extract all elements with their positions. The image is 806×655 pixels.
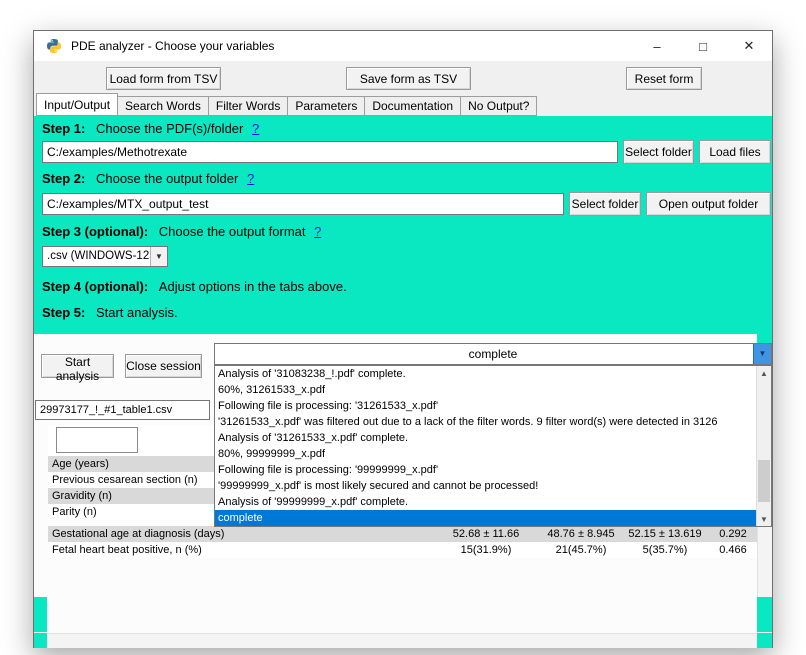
tab-filter-words[interactable]: Filter Words bbox=[209, 96, 288, 116]
output-format-select[interactable]: .csv (WINDOWS-1252) ▼ bbox=[42, 246, 168, 267]
row-label: Gestational age at diagnosis (days) bbox=[48, 526, 431, 542]
table-row[interactable]: Previous cesarean section (n) bbox=[48, 472, 214, 488]
log-item[interactable]: '99999999_x.pdf' is most likely secured … bbox=[215, 478, 756, 494]
status-log-value: complete bbox=[469, 347, 518, 361]
start-analysis-button[interactable]: Start analysis bbox=[41, 354, 114, 378]
chevron-down-icon[interactable]: ▼ bbox=[753, 344, 771, 364]
right-scrollbar-up-arrow[interactable] bbox=[757, 329, 772, 343]
log-item[interactable]: Analysis of '99999999_x.pdf' complete. bbox=[215, 494, 756, 510]
table-row[interactable]: Gravidity (n) bbox=[48, 488, 214, 504]
row-value: 21(45.7%) bbox=[541, 542, 621, 558]
output-path-input[interactable] bbox=[42, 193, 564, 215]
step3-label: Step 3 (optional): bbox=[42, 224, 148, 239]
step5-label: Step 5: bbox=[42, 305, 85, 320]
close-session-button[interactable]: Close session bbox=[125, 354, 202, 378]
chevron-down-icon: ▼ bbox=[150, 247, 167, 266]
tab-parameters[interactable]: Parameters bbox=[288, 96, 365, 116]
tab-documentation[interactable]: Documentation bbox=[365, 96, 461, 116]
table-row[interactable]: Age (years) bbox=[48, 456, 214, 472]
open-output-folder-button[interactable]: Open output folder bbox=[646, 192, 771, 216]
row-label: Fetal heart beat positive, n (%) bbox=[48, 542, 431, 558]
window-controls: – □ ✕ bbox=[634, 31, 772, 61]
pdf-path-input[interactable] bbox=[42, 141, 618, 163]
row-value: 52.15 ± 13.619 bbox=[621, 526, 709, 542]
log-item[interactable]: '31261533_x.pdf' was filtered out due to… bbox=[215, 414, 756, 430]
step1-text: Choose the PDF(s)/folder bbox=[96, 121, 243, 136]
table-row[interactable]: Fetal heart beat positive, n (%) 15(31.9… bbox=[48, 542, 757, 558]
step2-text: Choose the output folder bbox=[96, 171, 238, 186]
table-header-cell bbox=[56, 427, 138, 453]
step1-label: Step 1: bbox=[42, 121, 85, 136]
log-item[interactable]: 60%, 31261533_x.pdf bbox=[215, 382, 756, 398]
step3-help-link[interactable]: ? bbox=[314, 224, 321, 239]
step4-text: Adjust options in the tabs above. bbox=[159, 279, 347, 294]
tab-bar: Input/Output Search Words Filter Words P… bbox=[36, 93, 537, 116]
status-log-select[interactable]: complete ▼ bbox=[214, 343, 772, 365]
step2-heading: Step 2: Choose the output folder ? bbox=[42, 171, 254, 186]
reset-form-button[interactable]: Reset form bbox=[626, 67, 702, 90]
minimize-button[interactable]: – bbox=[634, 31, 680, 61]
left-scrollbar-thumb[interactable] bbox=[34, 597, 47, 632]
input-output-panel: Step 1: Choose the PDF(s)/folder ? Selec… bbox=[34, 116, 772, 334]
table-row[interactable]: Parity (n) bbox=[48, 504, 214, 520]
row-value: 52.68 ± 11.66 bbox=[431, 526, 541, 542]
close-button[interactable]: ✕ bbox=[726, 31, 772, 61]
log-item[interactable]: Following file is processing: '99999999_… bbox=[215, 462, 756, 478]
output-file-input[interactable] bbox=[35, 400, 210, 420]
dropdown-scrollbar[interactable]: ▲ ▼ bbox=[756, 366, 771, 526]
step1-help-link[interactable]: ? bbox=[252, 121, 259, 136]
table-row[interactable]: Gestational age at diagnosis (days) 52.6… bbox=[48, 526, 757, 542]
load-form-button[interactable]: Load form from TSV bbox=[106, 67, 221, 90]
step5-text: Start analysis. bbox=[96, 305, 178, 320]
load-files-button[interactable]: Load files bbox=[699, 140, 771, 164]
log-item[interactable]: Analysis of '31083238_!.pdf' complete. bbox=[215, 366, 756, 382]
scroll-up-icon[interactable]: ▲ bbox=[757, 366, 771, 380]
log-item[interactable]: Following file is processing: '31261533_… bbox=[215, 398, 756, 414]
row-value: 15(31.9%) bbox=[431, 542, 541, 558]
step3-text: Choose the output format bbox=[159, 224, 306, 239]
bottom-scrollbar-track[interactable] bbox=[47, 633, 757, 648]
log-item[interactable]: Analysis of '31261533_x.pdf' complete. bbox=[215, 430, 756, 446]
output-format-value: .csv (WINDOWS-1252) bbox=[47, 250, 166, 262]
tab-input-output[interactable]: Input/Output bbox=[36, 93, 118, 116]
tab-no-output[interactable]: No Output? bbox=[461, 96, 537, 116]
step4-heading: Step 4 (optional): Adjust options in the… bbox=[42, 279, 347, 294]
status-log-dropdown: Analysis of '31083238_!.pdf' complete. 6… bbox=[214, 365, 772, 527]
row-value: 48.76 ± 8.945 bbox=[541, 526, 621, 542]
maximize-button[interactable]: □ bbox=[680, 31, 726, 61]
window-title: PDE analyzer - Choose your variables bbox=[71, 39, 274, 53]
step2-label: Step 2: bbox=[42, 171, 85, 186]
right-scrollbar-thumb[interactable] bbox=[757, 597, 772, 632]
select-pdf-folder-button[interactable]: Select folder bbox=[623, 140, 694, 164]
titlebar: PDE analyzer - Choose your variables – □… bbox=[34, 31, 772, 61]
select-output-folder-button[interactable]: Select folder bbox=[569, 192, 641, 216]
tab-search-words[interactable]: Search Words bbox=[118, 96, 209, 116]
step1-heading: Step 1: Choose the PDF(s)/folder ? bbox=[42, 121, 259, 136]
scroll-down-icon[interactable]: ▼ bbox=[757, 512, 771, 526]
python-logo-icon bbox=[46, 38, 62, 54]
bottom-scrollbar-left-arrow[interactable] bbox=[34, 633, 47, 648]
log-item-selected[interactable]: complete bbox=[215, 510, 756, 526]
row-value: 5(35.7%) bbox=[621, 542, 709, 558]
step2-help-link[interactable]: ? bbox=[247, 171, 254, 186]
row-value: 0.466 bbox=[709, 542, 757, 558]
app-window: PDE analyzer - Choose your variables – □… bbox=[33, 30, 773, 648]
step4-label: Step 4 (optional): bbox=[42, 279, 148, 294]
step5-heading: Step 5: Start analysis. bbox=[42, 305, 178, 320]
log-item[interactable]: 80%, 99999999_x.pdf bbox=[215, 446, 756, 462]
step3-heading: Step 3 (optional): Choose the output for… bbox=[42, 224, 321, 239]
save-form-button[interactable]: Save form as TSV bbox=[346, 67, 471, 90]
dropdown-scrollbar-thumb[interactable] bbox=[758, 460, 770, 502]
right-scrollbar-down-arrow[interactable] bbox=[757, 633, 772, 648]
row-value: 0.292 bbox=[709, 526, 757, 542]
